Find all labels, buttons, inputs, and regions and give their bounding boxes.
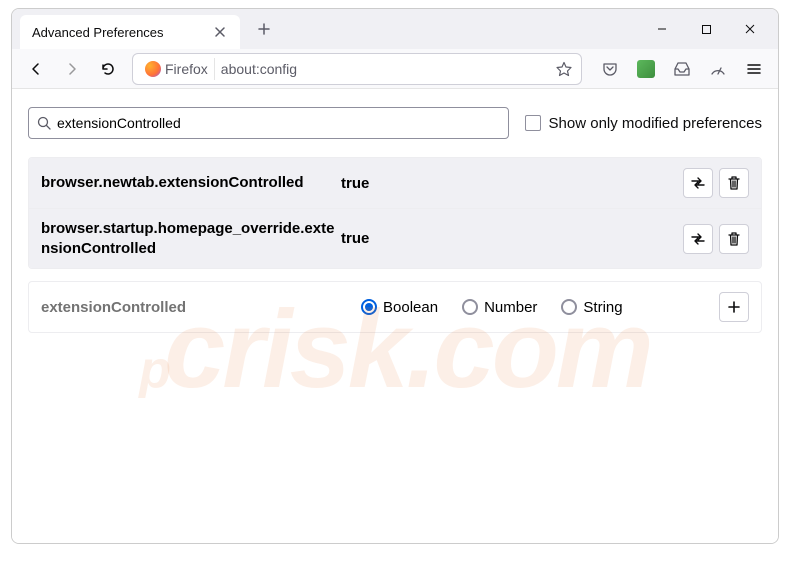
navbar: Firefox about:config [12,49,778,89]
toolbar-right [594,53,770,85]
firefox-logo-icon [145,61,161,77]
identity-box[interactable]: Firefox [139,58,215,80]
menu-button[interactable] [738,53,770,85]
url-bar[interactable]: Firefox about:config [132,53,582,85]
add-pref-button[interactable] [719,292,749,322]
toggle-button[interactable] [683,168,713,198]
search-box[interactable] [28,107,509,139]
modified-only-control[interactable]: Show only modified preferences [525,115,762,132]
window-controls [646,13,766,45]
radio-number[interactable]: Number [462,299,537,316]
titlebar: Advanced Preferences [12,9,778,49]
type-radio-group: Boolean Number String [361,299,699,316]
pocket-icon[interactable] [594,53,626,85]
radio-number-label: Number [484,299,537,316]
new-tab-button[interactable] [250,15,278,43]
radio-boolean-label: Boolean [383,299,438,316]
gauge-icon[interactable] [702,53,734,85]
browser-tab[interactable]: Advanced Preferences [20,15,240,49]
reload-button[interactable] [92,53,124,85]
close-tab-icon[interactable] [212,24,228,40]
forward-button[interactable] [56,53,88,85]
maximize-button[interactable] [690,13,722,45]
minimize-button[interactable] [646,13,678,45]
pref-name: browser.newtab.extensionControlled [41,173,341,193]
search-icon [37,116,51,130]
pref-row[interactable]: browser.newtab.extensionControlled true [29,158,761,208]
content-area: Show only modified preferences browser.n… [12,89,778,543]
pref-name: browser.startup.homepage_override.extens… [41,219,341,258]
back-button[interactable] [20,53,52,85]
modified-only-checkbox[interactable] [525,115,541,131]
inbox-icon[interactable] [666,53,698,85]
new-pref-row: extensionControlled Boolean Number Strin… [28,281,762,333]
radio-boolean[interactable]: Boolean [361,299,438,316]
search-row: Show only modified preferences [28,107,762,139]
url-text: about:config [221,61,547,77]
modified-only-label: Show only modified preferences [549,115,762,132]
radio-string[interactable]: String [561,299,622,316]
pref-value: true [341,175,683,192]
delete-button[interactable] [719,224,749,254]
search-input[interactable] [57,115,500,131]
delete-button[interactable] [719,168,749,198]
tab-title: Advanced Preferences [32,25,212,40]
new-pref-name: extensionControlled [41,299,341,316]
radio-string-label: String [583,299,622,316]
pref-value: true [341,230,683,247]
pref-row[interactable]: browser.startup.homepage_override.extens… [29,208,761,268]
close-window-button[interactable] [734,13,766,45]
window-frame: Advanced Preferences [11,8,779,544]
extension-icon[interactable] [630,53,662,85]
identity-label: Firefox [165,61,208,77]
bookmark-star-icon[interactable] [553,58,575,80]
toggle-button[interactable] [683,224,713,254]
preferences-table: browser.newtab.extensionControlled true … [28,157,762,269]
